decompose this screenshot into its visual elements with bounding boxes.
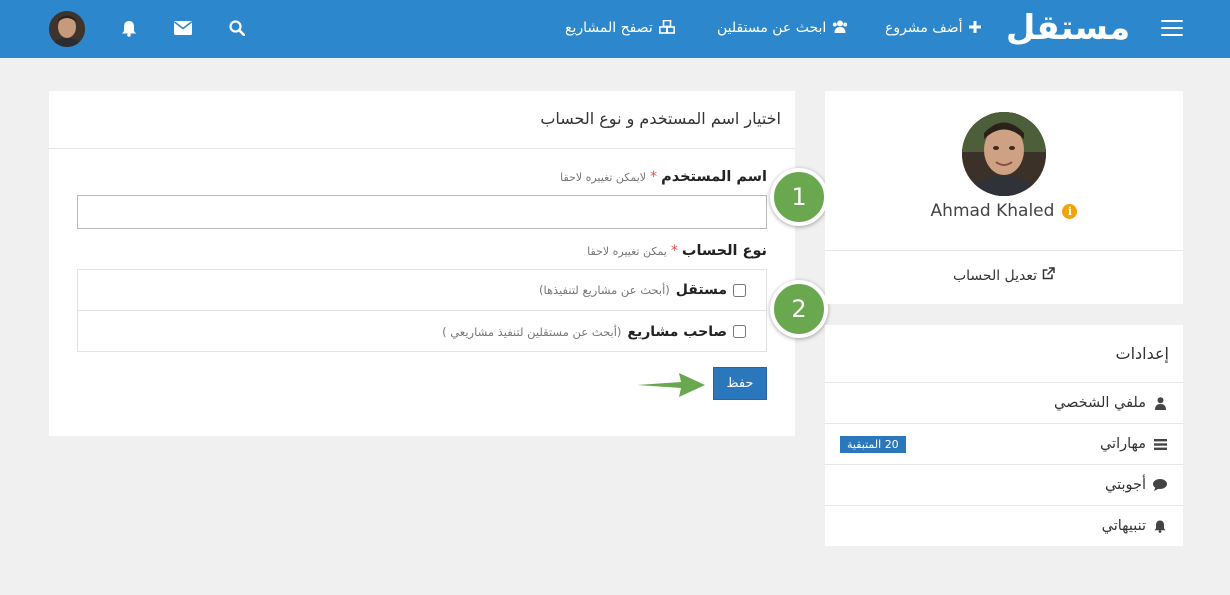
project-owner-checkbox[interactable] [733,325,746,338]
option-hint: (أبحث عن مستقلين لتنفيذ مشاريعي ) [442,324,622,339]
username-hint: لايمكن تغييره لاحقا [560,171,647,184]
plus-icon [968,20,981,36]
option-freelancer[interactable]: مستقل (أبحث عن مشاريع لتنفيذها) [78,270,766,311]
remaining-badge: 20 المتبقية [840,436,906,453]
settings-item-label: تنبيهاتي [1101,518,1146,534]
save-button[interactable]: حفظ [713,367,767,400]
nav-add-project[interactable]: أضف مشروع [885,17,981,39]
option-label: صاحب مشاريع [627,323,727,340]
account-type-hint: يمكن تغييره لاحقا [587,245,667,258]
step-2-badge: 2 [770,280,828,338]
settings-item-answers[interactable]: أجوبتي [825,464,1183,505]
nav-find-freelancers-label: ابحث عن مستقلين [717,20,827,36]
profile-card: Ahmad Khaled i تعديل الحساب [825,91,1183,304]
menu-icon[interactable] [1161,20,1183,36]
user-avatar[interactable] [49,11,85,47]
freelancer-checkbox[interactable] [733,283,746,297]
top-navbar: مستقل أضف مشروع ابحث عن مستقلين تصفح الم… [0,0,1230,58]
nav-browse-projects[interactable]: تصفح المشاريع [565,17,675,39]
username-label-row: اسم المستخدم * لايمكن تغييره لاحقا [560,169,767,185]
arrow-pointer-icon [637,373,705,397]
comment-icon [1153,479,1167,491]
settings-item-label: مهاراتي [1099,436,1146,452]
option-hint: (أبحث عن مشاريع لتنفيذها) [538,283,670,297]
page-title: اختيار اسم المستخدم و نوع الحساب [540,109,781,128]
envelope-icon[interactable] [173,17,193,39]
settings-item-notifications[interactable]: تنبيهاتي [825,505,1183,546]
step-1-badge: 1 [770,168,828,226]
account-type-options: مستقل (أبحث عن مشاريع لتنفيذها) صاحب مشا… [77,269,767,352]
option-project-owner[interactable]: صاحب مشاريع (أبحث عن مستقلين لتنفيذ مشار… [78,311,766,352]
nav-browse-projects-label: تصفح المشاريع [565,20,653,36]
account-setup-panel: اختيار اسم المستخدم و نوع الحساب اسم الم… [49,91,795,436]
bell-icon[interactable] [120,17,138,39]
info-icon[interactable]: i [1062,203,1078,219]
account-type-label: نوع الحساب [681,243,767,259]
settings-item-label: ملفي الشخصي [1054,395,1146,411]
list-icon [1153,438,1167,450]
profile-name-row: Ahmad Khaled i [825,201,1183,221]
edit-account-label: تعديل الحساب [952,267,1038,284]
users-icon [832,20,848,36]
user-icon [1153,396,1167,410]
settings-title: إعدادات [1115,344,1169,363]
divider [825,250,1183,251]
option-label: مستقل [675,282,727,298]
nav-add-project-label: أضف مشروع [885,20,963,36]
search-icon[interactable] [228,17,246,39]
nav-find-freelancers[interactable]: ابحث عن مستقلين [717,17,848,39]
bell-icon [1153,520,1167,533]
settings-item-skills[interactable]: مهاراتي 20 المتبقية [825,423,1183,464]
settings-item-label: أجوبتي [1105,477,1146,493]
required-marker: * [650,169,658,185]
cubes-icon [658,19,675,37]
settings-item-profile[interactable]: ملفي الشخصي [825,382,1183,423]
required-marker: * [670,243,678,259]
profile-name: Ahmad Khaled [930,201,1055,221]
site-logo[interactable]: مستقل [1000,4,1136,52]
username-input[interactable] [77,195,767,229]
settings-card: إعدادات ملفي الشخصي مهاراتي 20 المتبقية … [825,325,1183,546]
external-link-icon [1042,267,1055,284]
header-divider [49,148,795,149]
account-type-label-row: نوع الحساب * يمكن تغييره لاحقا [587,243,767,259]
edit-account-link[interactable]: تعديل الحساب [825,267,1183,284]
profile-avatar [962,112,1046,196]
username-label: اسم المستخدم [661,169,767,185]
